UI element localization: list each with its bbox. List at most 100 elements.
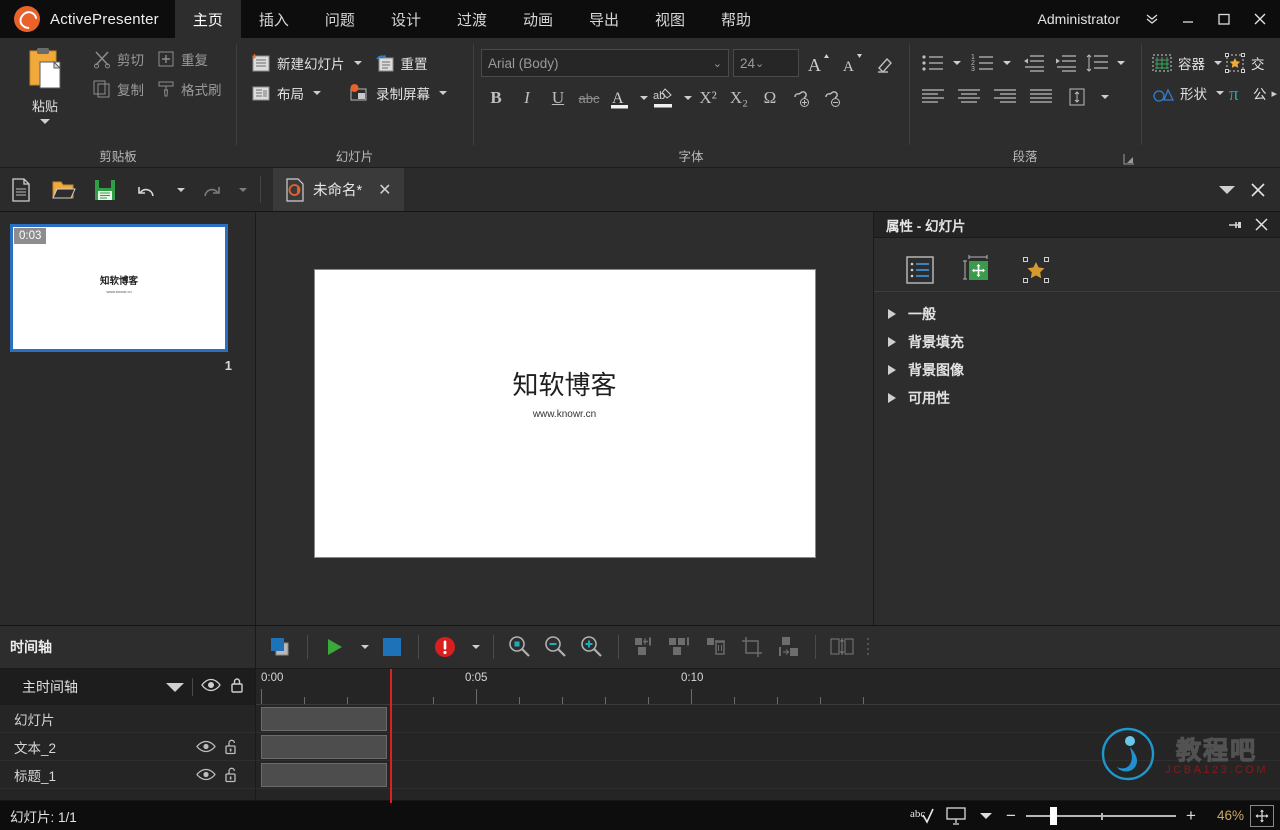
duplicate-button[interactable]: 重复	[150, 44, 228, 74]
redo-button[interactable]	[190, 168, 232, 211]
maximize-button[interactable]	[1206, 0, 1242, 38]
chevron-down-icon[interactable]	[439, 91, 447, 95]
unlock-icon[interactable]	[219, 766, 245, 783]
strikethrough-button[interactable]: abc	[574, 83, 604, 113]
align-right-button[interactable]	[989, 82, 1021, 112]
slide-thumbnail-pane[interactable]: 0:03 知软博客 www.knowr.cn 1	[0, 212, 256, 625]
zoom-out-button[interactable]: −	[1002, 806, 1020, 826]
tab-design[interactable]: 设计	[373, 0, 439, 38]
property-section-accessibility[interactable]: 可用性	[874, 384, 1280, 412]
close-document-button[interactable]	[1244, 181, 1272, 199]
property-section-general[interactable]: 一般	[874, 300, 1280, 328]
slide-subtitle-text[interactable]: www.knowr.cn	[315, 409, 815, 420]
symbol-button[interactable]: Ω	[755, 83, 785, 113]
insert-time-button[interactable]	[628, 630, 662, 664]
copy-button[interactable]: 复制	[86, 74, 150, 104]
tab-slide-properties[interactable]	[902, 252, 938, 288]
chevron-down-icon[interactable]	[40, 119, 50, 124]
bulleted-list-button[interactable]	[917, 48, 949, 78]
shape-button[interactable]: 形状	[1149, 78, 1226, 108]
timeline-track-group-header[interactable]: 主时间轴	[0, 669, 255, 705]
clear-formatting-button[interactable]	[871, 48, 901, 78]
zoom-slider[interactable]	[1026, 803, 1176, 829]
record-button[interactable]	[428, 630, 462, 664]
split-time-button[interactable]	[664, 630, 698, 664]
font-name-combobox[interactable]: Arial (Body) ⌄	[481, 49, 729, 77]
chevron-down-icon[interactable]	[353, 61, 362, 65]
collapse-ribbon-button[interactable]	[1214, 185, 1240, 194]
timeline-tracks-area[interactable]: 0:00 0:05 0:10	[256, 669, 1280, 803]
font-color-button[interactable]: A	[605, 83, 635, 113]
tab-view[interactable]: 视图	[637, 0, 703, 38]
chevron-down-icon[interactable]: ⌄	[755, 57, 764, 70]
open-document-button[interactable]	[42, 168, 84, 211]
lock-icon[interactable]	[229, 676, 245, 699]
chevron-down-icon[interactable]	[953, 61, 961, 65]
italic-button[interactable]: I	[512, 83, 542, 113]
timeline-track-row[interactable]: 文本_2	[0, 733, 255, 761]
subscript-button[interactable]: X₂	[724, 83, 754, 113]
new-document-button[interactable]	[0, 168, 42, 211]
timeline-track-row[interactable]: 标题_1	[0, 761, 255, 789]
layout-button[interactable]: 布局	[244, 78, 327, 108]
reset-button[interactable]: 重置	[368, 48, 434, 78]
zoom-out-button[interactable]	[539, 630, 573, 664]
chevron-down-icon[interactable]	[1003, 61, 1011, 65]
record-dropdown[interactable]	[464, 630, 484, 664]
timeline-bar-text2[interactable]	[261, 735, 387, 759]
tab-insert[interactable]: 插入	[241, 0, 307, 38]
container-button[interactable]: 容器	[1149, 48, 1224, 78]
cut-button[interactable]: 剪切	[86, 44, 150, 74]
vertical-align-button[interactable]	[1061, 82, 1093, 112]
undo-dropdown[interactable]	[168, 168, 190, 211]
chevron-down-icon[interactable]	[313, 91, 321, 95]
more-arrow-icon[interactable]: ▸	[1272, 87, 1278, 100]
timeline-bar-title1[interactable]	[261, 763, 387, 787]
chevron-double-down-icon[interactable]	[1134, 0, 1170, 38]
new-slide-button[interactable]: 新建幻灯片	[244, 48, 368, 78]
chevron-down-icon[interactable]	[1214, 61, 1222, 65]
view-dropdown[interactable]	[976, 803, 996, 829]
close-panel-icon[interactable]	[1248, 213, 1274, 237]
highlight-color-button[interactable]: ab	[649, 83, 679, 113]
chevron-down-icon[interactable]	[1101, 95, 1109, 99]
delete-time-button[interactable]	[700, 630, 734, 664]
minimize-button[interactable]	[1170, 0, 1206, 38]
decrease-indent-button[interactable]	[1017, 48, 1049, 78]
formula-button[interactable]: π 公 ▸	[1226, 78, 1277, 108]
zoom-in-button[interactable]: +	[1182, 806, 1200, 826]
unlock-icon[interactable]	[219, 738, 245, 755]
select-objects-button[interactable]	[264, 630, 298, 664]
save-document-button[interactable]	[84, 168, 126, 211]
superscript-button[interactable]: X²	[693, 83, 723, 113]
property-section-background-image[interactable]: 背景图像	[874, 356, 1280, 384]
spellcheck-icon[interactable]: abc	[908, 803, 936, 829]
timeline-bar-row[interactable]	[256, 705, 1280, 733]
font-size-combobox[interactable]: 24 ⌄	[733, 49, 799, 77]
eye-icon[interactable]	[193, 740, 219, 753]
paste-button[interactable]: 粘贴	[8, 44, 82, 124]
play-button[interactable]	[317, 630, 351, 664]
paragraph-dialog-launcher[interactable]	[1123, 152, 1135, 165]
timeline-ruler[interactable]: 0:00 0:05 0:10	[256, 669, 1280, 705]
justify-button[interactable]	[1025, 82, 1057, 112]
property-section-background-fill[interactable]: 背景填充	[874, 328, 1280, 356]
undo-button[interactable]	[126, 168, 168, 211]
presentation-view-icon[interactable]	[942, 803, 970, 829]
tab-interactivity[interactable]	[1018, 252, 1054, 288]
slide-title-text[interactable]: 知软博客	[315, 365, 815, 402]
underline-button[interactable]: U	[543, 83, 573, 113]
record-screen-button[interactable]: 录制屏幕	[341, 78, 453, 108]
document-tab[interactable]: 未命名* ✕	[273, 168, 404, 211]
timeline-bar-row[interactable]	[256, 733, 1280, 761]
keyframes-button[interactable]	[825, 630, 859, 664]
line-spacing-button[interactable]	[1081, 48, 1113, 78]
remove-link-button[interactable]	[817, 83, 847, 113]
eye-icon[interactable]	[201, 678, 221, 697]
crop-button[interactable]	[736, 630, 770, 664]
tab-questions[interactable]: 问题	[307, 0, 373, 38]
zoom-slider-handle[interactable]	[1050, 806, 1057, 825]
increase-indent-button[interactable]	[1049, 48, 1081, 78]
tab-export[interactable]: 导出	[571, 0, 637, 38]
chevron-down-icon[interactable]	[166, 682, 184, 692]
